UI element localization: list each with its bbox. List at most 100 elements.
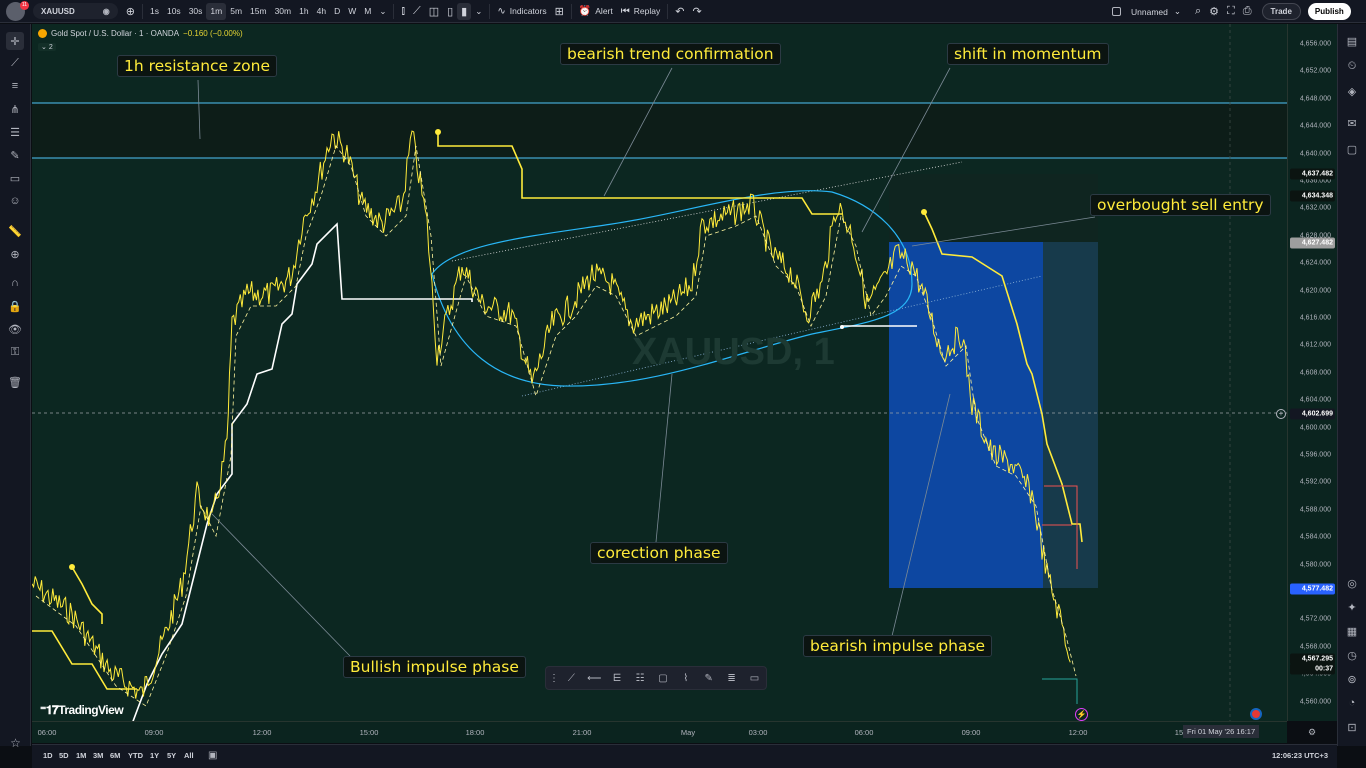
annotation-overbought-sell[interactable]: overbought sell entry [1090, 194, 1271, 216]
calendar-icon[interactable]: ▦ [1343, 622, 1361, 640]
flag-event-icon[interactable] [1250, 708, 1262, 720]
parallel-channel-icon[interactable]: ⋿ [606, 668, 629, 688]
brush-tool-icon[interactable]: ✎ [697, 668, 720, 688]
chart-pane[interactable]: XAUUSD, 1 Gold Spot / U.S. Dollar · 1 · … [32, 24, 1287, 721]
fib-tool-icon[interactable]: ☷ [629, 668, 652, 688]
interval-m[interactable]: M [360, 0, 375, 23]
long-position-icon[interactable]: ≣ [720, 668, 743, 688]
range-all[interactable]: All [184, 751, 194, 760]
camera-snapshot-icon[interactable]: ⎙ [1239, 0, 1256, 23]
chat-bubbles-icon[interactable]: ▢ [1343, 140, 1361, 158]
range-5y[interactable]: 5Y [167, 751, 176, 760]
ruler-icon[interactable]: 📏 [6, 222, 24, 240]
favorites-star-icon[interactable]: ☆ [0, 732, 31, 754]
floating-drawing-toolbar[interactable]: ⋮ ⟋ ⟵ ⋿ ☷ ▢ ⌇ ✎ ≣ ▭ [545, 666, 767, 690]
compare-symbol-button[interactable]: ⊕ [122, 0, 139, 23]
trash-icon[interactable]: 🗑 [6, 373, 24, 391]
date-range-calendar-icon[interactable]: ▣ [208, 750, 217, 761]
pulse-icon[interactable]: ◷ [1343, 646, 1361, 664]
bar-chart-type-icon[interactable]: ⫾ [397, 0, 409, 23]
comment-tool-icon[interactable]: ▭ [743, 668, 766, 688]
price-chart-canvas[interactable]: XAUUSD, 1 [32, 24, 1287, 721]
lock-drawings-icon[interactable]: 🔒 [6, 297, 24, 315]
trend-line-tool-icon[interactable]: ⟋ [560, 668, 583, 688]
trade-button[interactable]: Trade [1261, 3, 1301, 20]
ray-tool-icon[interactable]: ⟵ [583, 668, 606, 688]
lightning-event-icon[interactable]: ⚡ [1075, 708, 1088, 721]
drag-handle-icon[interactable]: ⋮ [548, 668, 560, 688]
interval-d[interactable]: D [330, 0, 344, 23]
settings-gear-icon[interactable]: ⚙ [1205, 0, 1223, 23]
eye-visibility-icon[interactable]: 👁 [6, 320, 24, 338]
target-icon[interactable]: ◎ [1343, 574, 1361, 592]
watchlist-icon[interactable]: ▤ [1343, 32, 1361, 50]
annotation-shift-momentum[interactable]: shift in momentum [947, 43, 1109, 65]
annotation-bearish-trend[interactable]: bearish trend confirmation [560, 43, 781, 65]
broadcast-icon[interactable]: ⊚ [1343, 670, 1361, 688]
interval-30m[interactable]: 30m [271, 0, 296, 23]
interval-1s[interactable]: 1s [146, 0, 163, 23]
magnet-icon[interactable]: ∩ [6, 274, 24, 292]
price-axis[interactable]: 4,656.000 4,652.000 4,648.000 4,644.000 4,64… [1276, 24, 1337, 721]
rectangle-tool-icon[interactable]: ▢ [652, 668, 675, 688]
replay-button[interactable]: ⏮ Replay [617, 0, 664, 23]
line-chart-type-icon[interactable]: ⟋ [409, 0, 425, 23]
fib-retracement-icon[interactable]: ☰ [6, 123, 24, 141]
pitchfork-icon[interactable]: ⋔ [6, 100, 24, 118]
lock-icon[interactable]: ⚿ [6, 343, 24, 361]
trend-line-icon[interactable]: ⟋ [6, 54, 24, 72]
alert-button[interactable]: ⏰ Alert [575, 0, 617, 23]
indicator-count-toggle[interactable]: ⌄ 2 [38, 43, 56, 51]
horizontal-lines-icon[interactable]: ≡ [6, 77, 24, 95]
range-3m[interactable]: 3M [93, 751, 103, 760]
notifications-icon[interactable]: ◔ [1343, 694, 1361, 712]
ideas-bulb-icon[interactable]: ✦ [1343, 598, 1361, 616]
chart-legend[interactable]: Gold Spot / U.S. Dollar · 1 · OANDA −0.1… [38, 29, 243, 38]
help-icon[interactable]: ⊡ [1343, 718, 1361, 736]
time-axis[interactable]: 06:00 09:00 12:00 15:00 18:00 21:00 May 03:00 06… [32, 721, 1316, 743]
range-1d[interactable]: 1D [43, 751, 53, 760]
interval-4h[interactable]: 4h [313, 0, 330, 23]
crosshair-icon[interactable]: ✛ [6, 32, 24, 50]
interval-5m[interactable]: 5m [226, 0, 246, 23]
utc-clock[interactable]: 12:06:23 UTC+3 [1272, 751, 1328, 760]
zoom-in-icon[interactable]: ⊕ [6, 245, 24, 263]
interval-dropdown-icon[interactable]: ⌄ [375, 0, 390, 23]
interval-w[interactable]: W [344, 0, 360, 23]
interval-1m[interactable]: 1m [206, 2, 227, 20]
fullscreen-icon[interactable]: ⛶ [1223, 0, 1239, 23]
candle-chart-type-icon[interactable]: ▮ [457, 2, 472, 20]
range-1m[interactable]: 1M [76, 751, 86, 760]
emoji-icon[interactable]: ☺ [6, 192, 24, 210]
range-5d[interactable]: 5D [59, 751, 69, 760]
range-1y[interactable]: 1Y [150, 751, 159, 760]
annotation-resistance-zone[interactable]: 1h resistance zone [117, 55, 278, 77]
range-6m[interactable]: 6M [110, 751, 120, 760]
brush-icon[interactable]: ✎ [6, 146, 24, 164]
indicators-button[interactable]: ∿ Indicators [493, 0, 550, 23]
publish-button[interactable]: Publish [1307, 3, 1351, 20]
annotation-correction-phase[interactable]: corection phase [590, 542, 728, 564]
annotation-bearish-impulse[interactable]: bearish impulse phase [803, 635, 993, 657]
layers-icon[interactable]: ◈ [1343, 82, 1361, 100]
time-axis-settings-icon[interactable]: ⚙ [1308, 727, 1316, 738]
text-note-icon[interactable]: ▭ [6, 169, 24, 187]
annotation-bullish-impulse[interactable]: Bullish impulse phase [343, 656, 526, 678]
layout-button[interactable]: Unnamed ⌄ [1108, 0, 1185, 23]
hollow-candle-type-icon[interactable]: ▯ [443, 0, 457, 23]
chart-type-dropdown-icon[interactable]: ⌄ [471, 0, 486, 23]
undo-icon[interactable]: ↶ [671, 0, 688, 23]
interval-10s[interactable]: 10s [163, 0, 185, 23]
chat-icon[interactable]: ✉ [1343, 114, 1361, 132]
interval-30s[interactable]: 30s [185, 0, 207, 23]
interval-15m[interactable]: 15m [246, 0, 271, 23]
interval-1h[interactable]: 1h [295, 0, 312, 23]
crosshair-add-icon[interactable]: + [1276, 409, 1286, 419]
path-tool-icon[interactable]: ⌇ [674, 668, 697, 688]
redo-icon[interactable]: ↷ [688, 0, 705, 23]
alerts-clock-icon[interactable]: ⏲ [1343, 57, 1361, 75]
templates-grid-icon[interactable]: ⊞ [551, 0, 568, 23]
area-chart-type-icon[interactable]: ◫ [425, 0, 443, 23]
range-ytd[interactable]: YTD [128, 751, 143, 760]
symbol-search[interactable]: XAUUSD ◉ [33, 3, 118, 19]
